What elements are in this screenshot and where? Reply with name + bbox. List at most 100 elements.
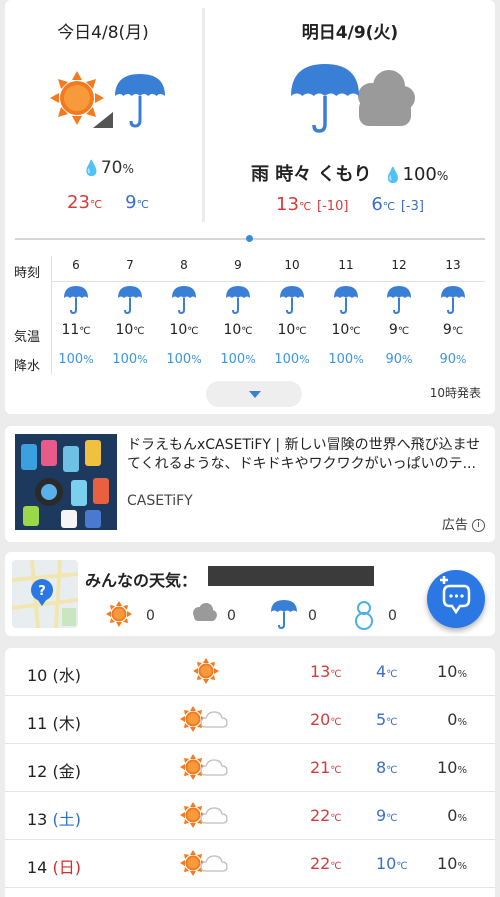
weekly-precip: 10% bbox=[437, 662, 467, 681]
hour-label: 10 bbox=[284, 258, 300, 272]
tomorrow-forecast[interactable]: 明日4/9(火) 雨 時々 くもり 💧100% 13℃ [-10] 6℃ [-3… bbox=[205, 0, 495, 222]
hour-label: 13 bbox=[445, 258, 461, 272]
weekly-date: 13 (土) bbox=[27, 810, 81, 829]
raindrop-icon: 💧 bbox=[82, 159, 101, 177]
forecast-card: 今日4/8(月) 💧70% 23℃ 9℃ 明日4/9(火) 雨 時々 くもり 💧… bbox=[5, 0, 495, 414]
weekly-date: 10 (水) bbox=[27, 666, 81, 685]
tomorrow-title: 明日4/9(火) bbox=[301, 23, 399, 43]
tomorrow-low: 6℃ [-3] bbox=[371, 194, 424, 215]
hour-temp: 10℃ bbox=[331, 322, 361, 338]
hour-rain: 90% bbox=[439, 352, 467, 367]
weekly-precip: 10% bbox=[437, 854, 467, 873]
today-title: 今日4/8(月) bbox=[57, 23, 149, 43]
weekly-low: 10℃ bbox=[376, 854, 408, 873]
umbrella-icon bbox=[426, 286, 480, 320]
weekly-precip: 0% bbox=[447, 806, 467, 825]
hour-temp: 10℃ bbox=[115, 322, 145, 338]
weekly-low: 4℃ bbox=[376, 662, 398, 681]
hour-temp: 10℃ bbox=[223, 322, 253, 338]
hour-rain: 100% bbox=[220, 352, 256, 367]
day-slider[interactable] bbox=[15, 235, 485, 242]
weekly-row[interactable]: 13 (土) 22℃ 9℃ 0% bbox=[5, 792, 495, 840]
sun-cloud-icon bbox=[179, 801, 237, 833]
weekly-low: 9℃ bbox=[376, 806, 398, 825]
today-high: 23℃ bbox=[67, 192, 103, 213]
tomorrow-weather: 雨 時々 くもり 💧100% bbox=[251, 164, 449, 185]
ad-image[interactable] bbox=[15, 434, 117, 530]
weekly-high: 21℃ bbox=[310, 758, 342, 777]
hour-temp: 10℃ bbox=[277, 322, 307, 338]
weekly-row[interactable]: 11 (木) 20℃ 5℃ 0% bbox=[5, 696, 495, 744]
hour-rain: 100% bbox=[166, 352, 202, 367]
ad-card[interactable]: ドラえもんxCASETiFY | 新しい冒険の世界へ飛び込ませてくれるような、ド… bbox=[5, 426, 495, 542]
sun-icon bbox=[192, 657, 220, 689]
tomorrow-high: 13℃ [-10] bbox=[276, 194, 349, 215]
community-weather-card[interactable]: ? みんなの天気： 0 0 0 0 bbox=[5, 552, 495, 636]
weekly-precip: 0% bbox=[447, 710, 467, 729]
sun-icon[interactable] bbox=[105, 600, 133, 632]
map-thumbnail[interactable]: ? bbox=[12, 560, 78, 628]
weekly-date: 11 (木) bbox=[27, 714, 81, 733]
hour-label: 8 bbox=[180, 258, 188, 272]
hour-temp: 10℃ bbox=[169, 322, 199, 338]
sun-cloud-icon bbox=[179, 849, 237, 881]
umbrella-icon bbox=[265, 286, 319, 320]
rain-row-label: 降水 bbox=[14, 359, 41, 374]
info-icon: i bbox=[472, 519, 485, 532]
weekly-row[interactable]: 10 (水) 13℃ 4℃ 10% bbox=[5, 648, 495, 696]
weekly-row[interactable]: 14 (日) 22℃ 10℃ 10% bbox=[5, 840, 495, 888]
svg-text:?: ? bbox=[38, 584, 46, 599]
weekly-precip: 10% bbox=[437, 758, 467, 777]
expand-hourly-button[interactable] bbox=[206, 381, 302, 407]
ad-label[interactable]: 広告 i bbox=[442, 514, 485, 533]
umbrella-icon bbox=[372, 286, 426, 320]
post-weather-button[interactable] bbox=[427, 570, 485, 628]
time-row-label: 時刻 bbox=[14, 266, 41, 281]
today-temps: 23℃ 9℃ bbox=[5, 192, 201, 213]
weekly-high: 22℃ bbox=[310, 806, 342, 825]
hour-label: 7 bbox=[126, 258, 134, 272]
today-precip: 💧70% bbox=[82, 158, 134, 178]
umbrella-icon bbox=[103, 286, 157, 320]
hour-rain: 100% bbox=[328, 352, 364, 367]
ad-headline[interactable]: ドラえもんxCASETiFY | 新しい冒険の世界へ飛び込ませてくれるような、ド… bbox=[127, 436, 487, 474]
umbrella-icon bbox=[211, 286, 265, 320]
hour-label: 9 bbox=[234, 258, 242, 272]
umbrella-icon[interactable] bbox=[270, 600, 298, 634]
hour-rain: 100% bbox=[58, 352, 94, 367]
temp-row-label: 気温 bbox=[14, 330, 41, 345]
chevron-down-icon bbox=[249, 391, 261, 398]
redacted-location bbox=[208, 566, 374, 586]
slider-indicator bbox=[246, 235, 253, 242]
tomorrow-temps: 13℃ [-10] 6℃ [-3] bbox=[205, 194, 495, 215]
hour-label: 6 bbox=[72, 258, 80, 272]
cloud-icon[interactable] bbox=[189, 600, 219, 632]
ad-brand: CASETiFY bbox=[127, 493, 193, 509]
cloud-count: 0 bbox=[227, 608, 236, 624]
umbrella-icon bbox=[49, 286, 103, 320]
weekly-low: 5℃ bbox=[376, 710, 398, 729]
sun-then-umbrella-icon bbox=[49, 70, 167, 136]
sun-cloud-icon bbox=[179, 705, 237, 737]
hour-label: 12 bbox=[391, 258, 407, 272]
hour-temp: 9℃ bbox=[388, 322, 410, 338]
issued-time: 10時発表 bbox=[429, 386, 481, 400]
weekly-row[interactable]: 12 (金) 21℃ 8℃ 10% bbox=[5, 744, 495, 792]
hour-label: 11 bbox=[338, 258, 354, 272]
community-title: みんなの天気： bbox=[85, 571, 198, 590]
hour-rain: 90% bbox=[385, 352, 413, 367]
umbrella-icon bbox=[157, 286, 211, 320]
hour-divider bbox=[51, 281, 485, 282]
weekly-high: 20℃ bbox=[310, 710, 342, 729]
weekly-date: 12 (金) bbox=[27, 762, 81, 781]
today-forecast[interactable]: 今日4/8(月) 💧70% 23℃ 9℃ bbox=[5, 0, 201, 222]
weekly-low: 8℃ bbox=[376, 758, 398, 777]
umbrella-count: 0 bbox=[308, 608, 317, 624]
snowman-icon[interactable] bbox=[351, 600, 377, 634]
umbrella-with-cloud-icon bbox=[289, 60, 419, 138]
weekly-high: 22℃ bbox=[310, 854, 342, 873]
umbrella-icon bbox=[319, 286, 373, 320]
hour-temp: 9℃ bbox=[442, 322, 464, 338]
weekly-forecast-card: 10 (水) 13℃ 4℃ 10% 11 (木) 20℃ 5℃ 0% 12 (金) 21℃ 8℃ 10… bbox=[5, 648, 495, 897]
hour-temp: 11℃ bbox=[61, 322, 91, 338]
